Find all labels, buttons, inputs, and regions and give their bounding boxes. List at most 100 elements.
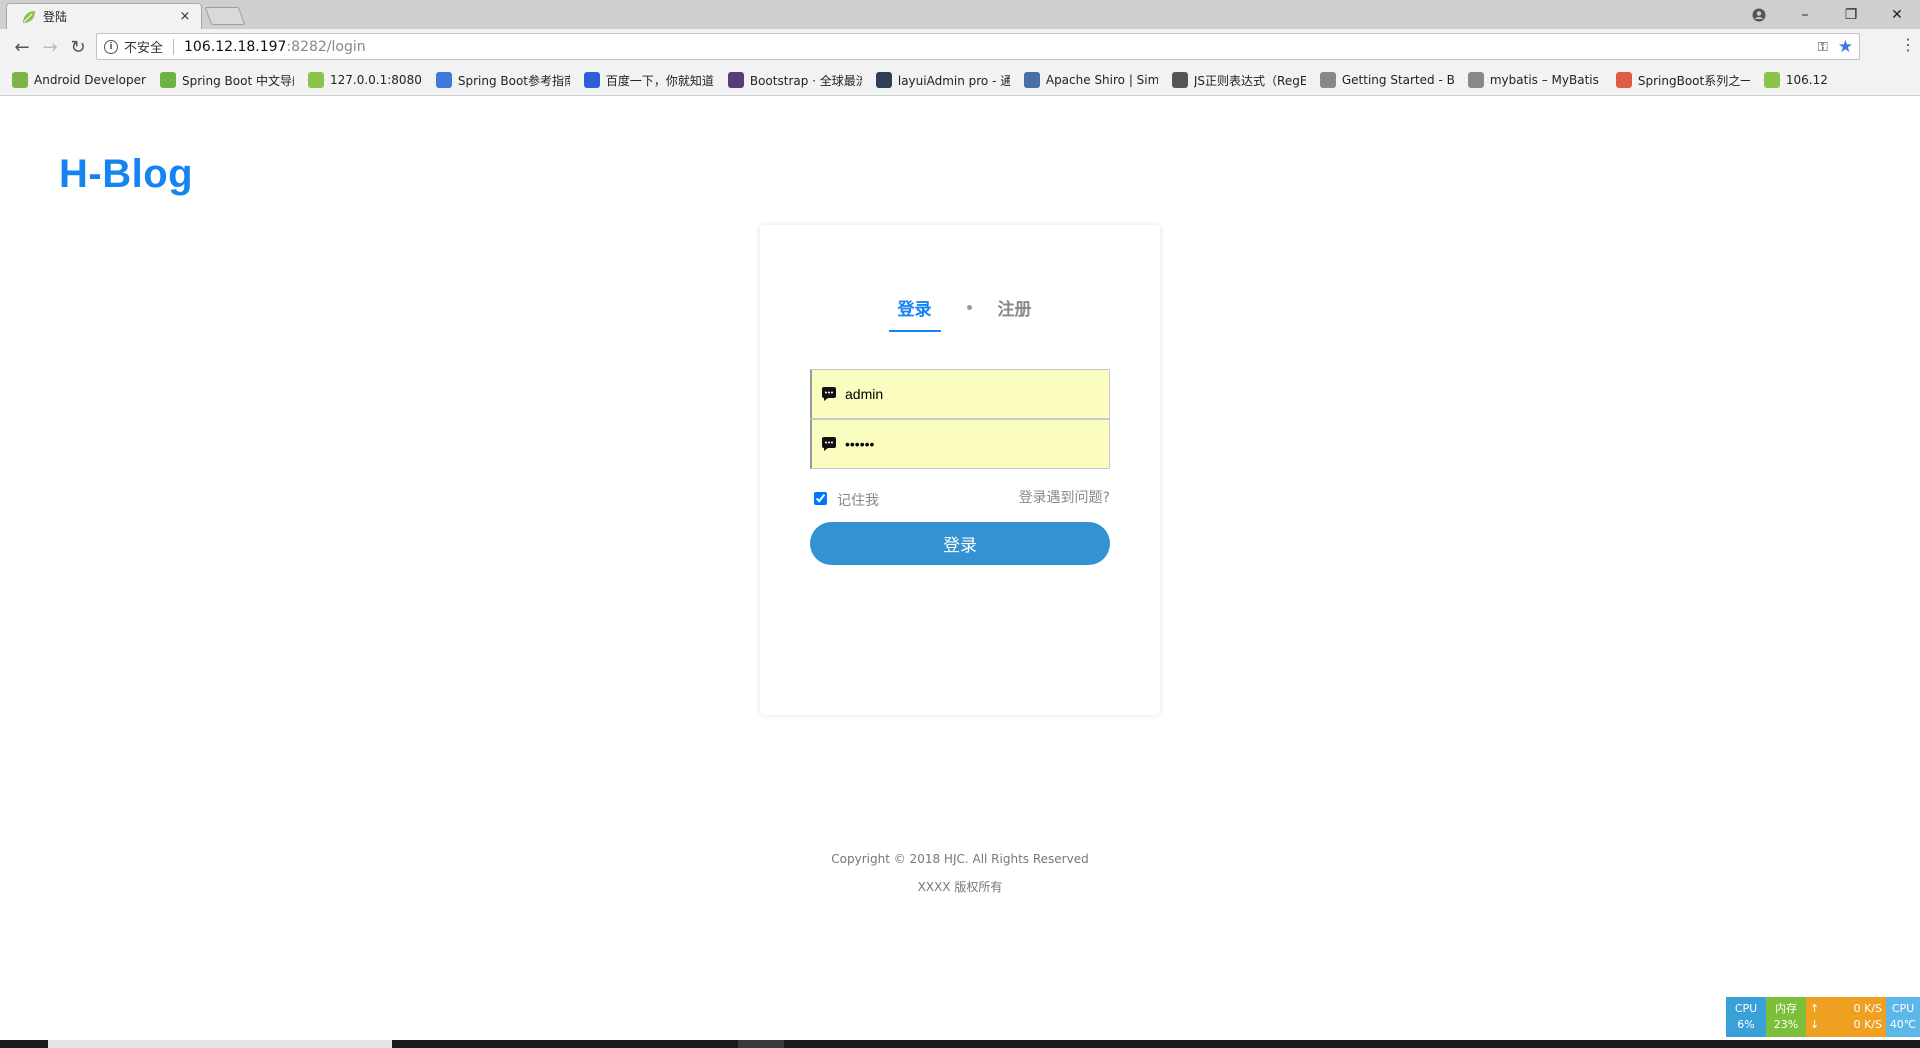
network-speed: ↑ 0 K/S ↓ 0 K/S xyxy=(1806,997,1886,1037)
taskbar-search-box[interactable] xyxy=(48,1040,392,1048)
chat-bubble-icon xyxy=(822,387,836,401)
android-icon xyxy=(12,72,28,88)
cpu-temperature: CPU 40℃ xyxy=(1886,997,1920,1037)
arrow-left-icon: ← xyxy=(14,36,30,58)
shiro-icon xyxy=(1023,72,1040,88)
username-input[interactable] xyxy=(845,370,1109,418)
password-input[interactable] xyxy=(845,420,1109,468)
minimize-button[interactable]: – xyxy=(1782,0,1828,29)
cpu-usage: CPU 6% xyxy=(1726,997,1766,1037)
address-bar-actions: ⚿ ★ xyxy=(1818,37,1853,57)
tab-login[interactable]: 登录 xyxy=(888,295,941,332)
bookmark-item[interactable]: 127.0.0.1:8080 xyxy=(308,72,422,88)
bookmark-star-icon[interactable]: ★ xyxy=(1838,37,1853,57)
bookmark-item[interactable]: Getting Started - Boot xyxy=(1319,72,1454,88)
bookmarks-bar: Android Developers Spring Boot 中文导航 127.0.… xyxy=(0,65,1920,96)
browser-toolbar: ← → ↻ i 不安全 106.12.18.197:8282/login ⚿ ★… xyxy=(0,29,1920,65)
layers-icon xyxy=(435,72,452,88)
new-tab-button[interactable] xyxy=(204,7,246,25)
address-bar[interactable]: i 不安全 106.12.18.197:8282/login ⚿ ★ xyxy=(96,33,1860,60)
remember-me-label[interactable]: 记住我 xyxy=(837,490,879,510)
url-path: :8282/login xyxy=(286,38,366,55)
download-speed: 0 K/S xyxy=(1853,1018,1882,1031)
copyright-text: Copyright © 2018 HJC. All Rights Reserve… xyxy=(831,852,1089,866)
bookmark-item[interactable]: Spring Boot参考指南 xyxy=(435,72,570,89)
reload-icon: ↻ xyxy=(70,36,86,58)
bookmark-item[interactable]: SpringBoot系列之一 xyxy=(1615,72,1750,89)
forward-button[interactable]: → xyxy=(36,34,64,60)
system-monitor-widget[interactable]: CPU 6% 内存 23% ↑ 0 K/S ↓ 0 K/S CPU 40℃ xyxy=(1726,997,1920,1037)
login-card: 登录 注册 记住我 登录遇到问题? 登录 xyxy=(760,225,1160,715)
bookmark-item[interactable]: Apache Shiro | Simple xyxy=(1023,72,1158,88)
browser-tabstrip: 登陆 × – ❐ ✕ xyxy=(0,0,1920,29)
upload-speed: 0 K/S xyxy=(1853,1002,1882,1015)
bookmark-item[interactable]: Android Developers xyxy=(12,72,146,88)
memory-usage: 内存 23% xyxy=(1766,997,1806,1037)
remember-me-checkbox[interactable] xyxy=(814,491,827,505)
bookmark-label: mybatis – MyBatis 3 xyxy=(1489,73,1602,87)
spring-icon xyxy=(160,72,176,88)
upload-arrow-icon: ↑ xyxy=(1810,1002,1820,1015)
bookmark-item[interactable]: mybatis – MyBatis 3 xyxy=(1467,72,1602,88)
download-arrow-icon: ↓ xyxy=(1810,1018,1820,1031)
page-icon xyxy=(1467,72,1484,88)
close-window-button[interactable]: ✕ xyxy=(1874,0,1920,29)
leaf-icon xyxy=(308,72,324,88)
key-icon[interactable]: ⚿ xyxy=(1818,40,1828,55)
bookmark-item[interactable]: JS正则表达式（RegExp xyxy=(1171,72,1306,89)
reload-button[interactable]: ↻ xyxy=(64,34,92,60)
bookmark-label: Getting Started - Boot xyxy=(1341,73,1454,87)
mem-value: 23% xyxy=(1773,1018,1799,1031)
auth-tabs: 登录 注册 xyxy=(760,295,1160,335)
bookmark-item[interactable]: layuiAdmin pro - 通用 xyxy=(875,72,1010,89)
browser-tab-active[interactable]: 登陆 × xyxy=(6,3,202,29)
login-button[interactable]: 登录 xyxy=(810,522,1110,565)
bookmark-label: Android Developers xyxy=(34,73,146,87)
site-logo[interactable]: H-Blog xyxy=(59,152,193,197)
restore-button[interactable]: ❐ xyxy=(1828,0,1874,29)
window-controls: – ❐ ✕ xyxy=(1736,0,1920,29)
bookmark-item[interactable]: 106.12 xyxy=(1763,72,1828,88)
login-trouble-link[interactable]: 登录遇到问题? xyxy=(1019,487,1110,507)
bookmark-label: Spring Boot参考指南 xyxy=(457,73,570,88)
cpu-temp-value: 40℃ xyxy=(1889,1018,1917,1031)
bookmark-label: layuiAdmin pro - 通用 xyxy=(897,73,1010,88)
layui-icon xyxy=(875,72,892,88)
jianshu-icon xyxy=(1615,72,1632,88)
back-button[interactable]: ← xyxy=(8,34,36,60)
tab-title: 登陆 xyxy=(43,10,68,24)
bookmark-label: Spring Boot 中文导航 xyxy=(182,73,294,88)
info-icon[interactable]: i xyxy=(104,39,118,54)
arrow-right-icon: → xyxy=(42,36,58,58)
taskbar-app[interactable] xyxy=(738,1040,784,1048)
bookmark-label: 127.0.0.1:8080 xyxy=(330,73,422,87)
bootstrap-icon xyxy=(727,72,744,88)
leaf-icon xyxy=(1763,72,1780,88)
bookmark-label: SpringBoot系列之一 xyxy=(1637,73,1750,88)
bookmark-item[interactable]: Bootstrap · 全球最流行 xyxy=(727,72,862,89)
tab-register[interactable]: 注册 xyxy=(998,295,1032,330)
bookmark-label: 106.12 xyxy=(1785,73,1828,87)
page-footer: Copyright © 2018 HJC. All Rights Reserve… xyxy=(0,850,1920,906)
bookmark-item[interactable]: Spring Boot 中文导航 xyxy=(160,72,294,89)
divider xyxy=(173,38,175,55)
cpu-value: 6% xyxy=(1737,1018,1755,1031)
mem-label: 内存 xyxy=(1775,1002,1797,1015)
security-label: 不安全 xyxy=(124,41,164,56)
baidu-paw-icon xyxy=(583,72,600,88)
cpu-label: CPU xyxy=(1734,1002,1758,1015)
url-host: 106.12.18.197 xyxy=(184,38,287,55)
tab-close-icon[interactable]: × xyxy=(177,9,193,24)
user-avatar-icon xyxy=(1752,8,1766,21)
bookmark-label: 百度一下，你就知道 xyxy=(605,73,714,88)
bookmark-label: Apache Shiro | Simple xyxy=(1045,73,1158,87)
tab-separator-dot xyxy=(966,305,972,310)
bookmark-item[interactable]: 百度一下，你就知道 xyxy=(583,72,714,89)
username-field xyxy=(810,369,1110,419)
profile-icon[interactable] xyxy=(1736,0,1782,29)
kebab-menu-icon[interactable]: ⋮ xyxy=(1900,35,1916,54)
password-field xyxy=(810,419,1110,469)
bookmark-label: JS正则表达式（RegExp xyxy=(1193,73,1306,88)
login-options-row: 记住我 登录遇到问题? xyxy=(814,487,1110,509)
page-icon xyxy=(1319,72,1336,88)
